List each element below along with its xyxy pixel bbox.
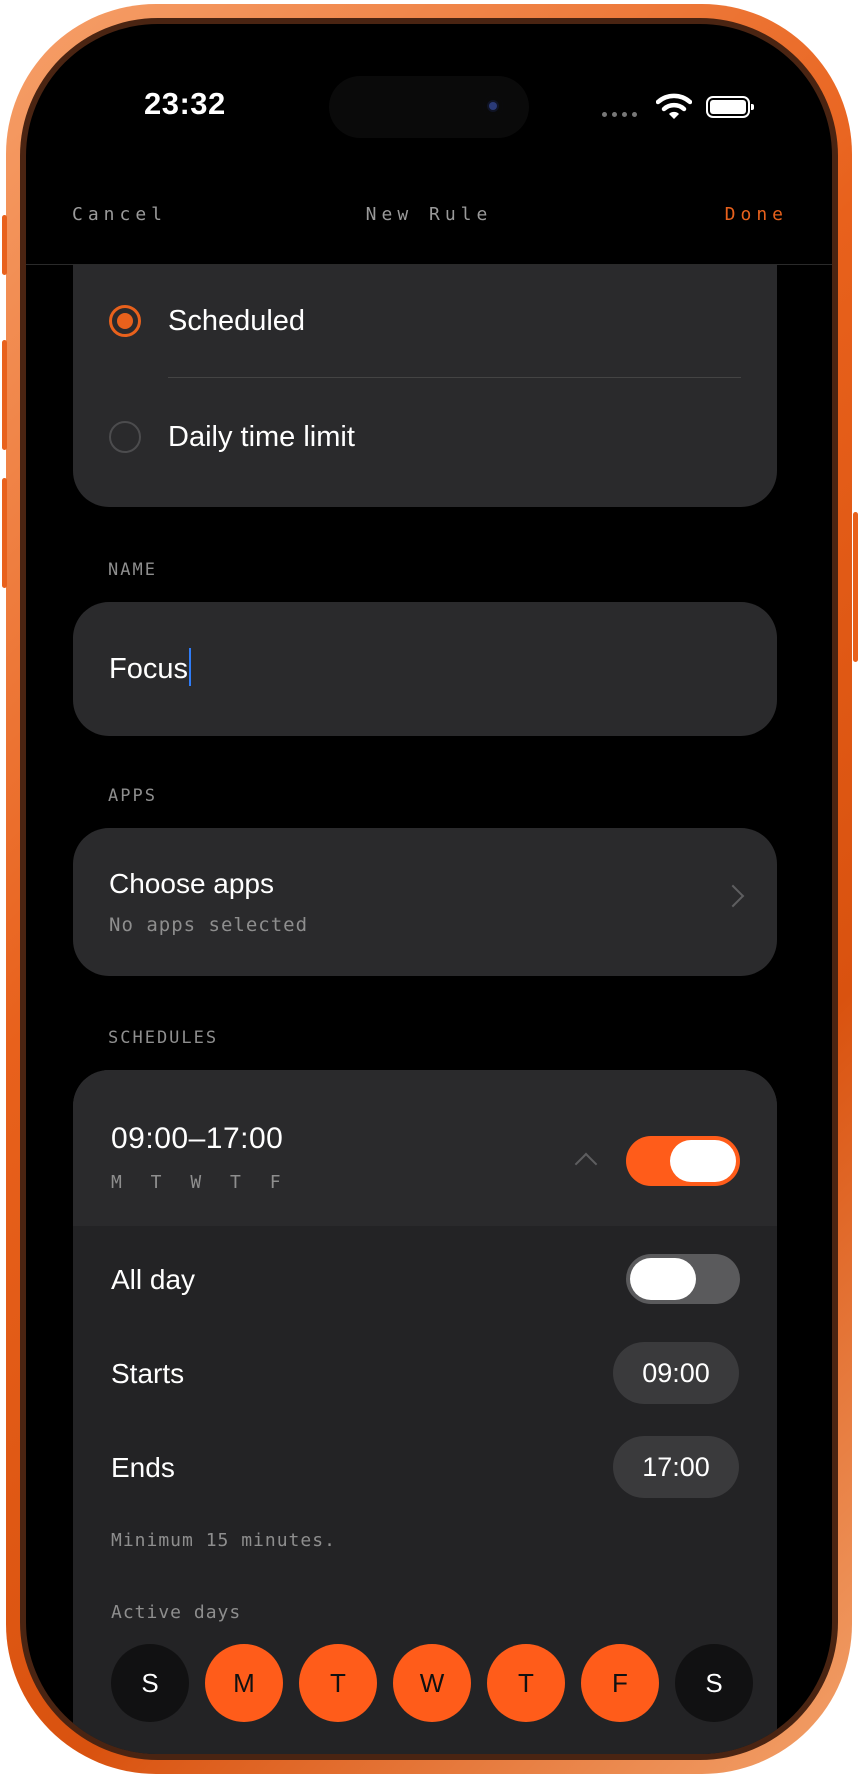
schedule-days-summary: M T W T F	[111, 1172, 290, 1193]
status-time: 23:32	[144, 86, 226, 121]
nav-bar: Cancel New Rule Done	[26, 154, 832, 265]
choose-apps-title: Choose apps	[109, 868, 275, 899]
chevron-right-icon	[721, 884, 745, 908]
choose-apps-button[interactable]: Choose apps No apps selected	[73, 828, 777, 976]
day-toggle-sunday[interactable]: S	[111, 1644, 189, 1722]
starts-time-picker[interactable]: 09:00	[613, 1342, 739, 1404]
day-toggle-monday[interactable]: M	[205, 1644, 283, 1722]
camera-icon	[483, 96, 503, 116]
text-caret	[188, 648, 191, 686]
name-input[interactable]: Focus	[73, 602, 777, 736]
cellular-signal-icon	[602, 112, 637, 117]
divider	[168, 377, 741, 378]
day-toggle-thursday[interactable]: T	[487, 1644, 565, 1722]
starts-label: Starts	[111, 1358, 185, 1389]
chevron-up-icon[interactable]	[574, 1152, 598, 1176]
rule-type-label: Daily time limit	[168, 420, 355, 453]
schedule-enabled-toggle[interactable]	[626, 1136, 740, 1186]
active-days-label: Active days	[111, 1602, 242, 1623]
day-toggle-friday[interactable]: F	[581, 1644, 659, 1722]
schedules-section-label: SCHEDULES	[108, 1028, 219, 1048]
dynamic-island	[329, 76, 529, 138]
rule-type-card: Scheduled Daily time limit	[73, 265, 777, 507]
rule-type-option-daily-limit[interactable]: Daily time limit	[73, 387, 777, 487]
name-section-label: NAME	[108, 560, 157, 580]
day-toggle-saturday[interactable]: S	[675, 1644, 753, 1722]
apps-section-label: APPS	[108, 786, 157, 806]
all-day-toggle[interactable]	[626, 1254, 740, 1304]
status-bar: 23:32	[26, 24, 832, 154]
active-days-selector: S M T W T F S	[111, 1644, 753, 1722]
schedule-time-range: 09:00–17:00	[111, 1122, 284, 1155]
wifi-icon	[656, 93, 692, 119]
screen: 23:32 Cancel New Rule Done Scheduled Dai…	[26, 24, 832, 1754]
done-button[interactable]: Done	[725, 204, 788, 225]
rule-type-label: Scheduled	[168, 304, 306, 337]
power-button	[853, 512, 858, 662]
schedule-card: 09:00–17:00 M T W T F All day Starts 09:…	[73, 1070, 777, 1754]
page-title: New Rule	[365, 204, 493, 225]
all-day-label: All day	[111, 1264, 196, 1295]
action-button	[2, 215, 7, 275]
day-toggle-wednesday[interactable]: W	[393, 1644, 471, 1722]
volume-up-button	[2, 340, 7, 450]
choose-apps-subtitle: No apps selected	[109, 914, 309, 936]
schedule-details: All day Starts 09:00 Ends 17:00 Minimum …	[73, 1226, 777, 1754]
rule-type-option-scheduled[interactable]: Scheduled	[73, 271, 777, 371]
battery-icon	[706, 96, 754, 118]
name-field-value: Focus	[109, 648, 191, 686]
radio-selected-icon	[109, 305, 141, 337]
radio-unselected-icon	[109, 421, 141, 453]
day-toggle-tuesday[interactable]: T	[299, 1644, 377, 1722]
ends-label: Ends	[111, 1452, 175, 1483]
ends-time-picker[interactable]: 17:00	[613, 1436, 739, 1498]
volume-down-button	[2, 478, 7, 588]
schedule-header[interactable]: 09:00–17:00 M T W T F	[73, 1070, 777, 1226]
minimum-duration-note: Minimum 15 minutes.	[111, 1530, 336, 1551]
